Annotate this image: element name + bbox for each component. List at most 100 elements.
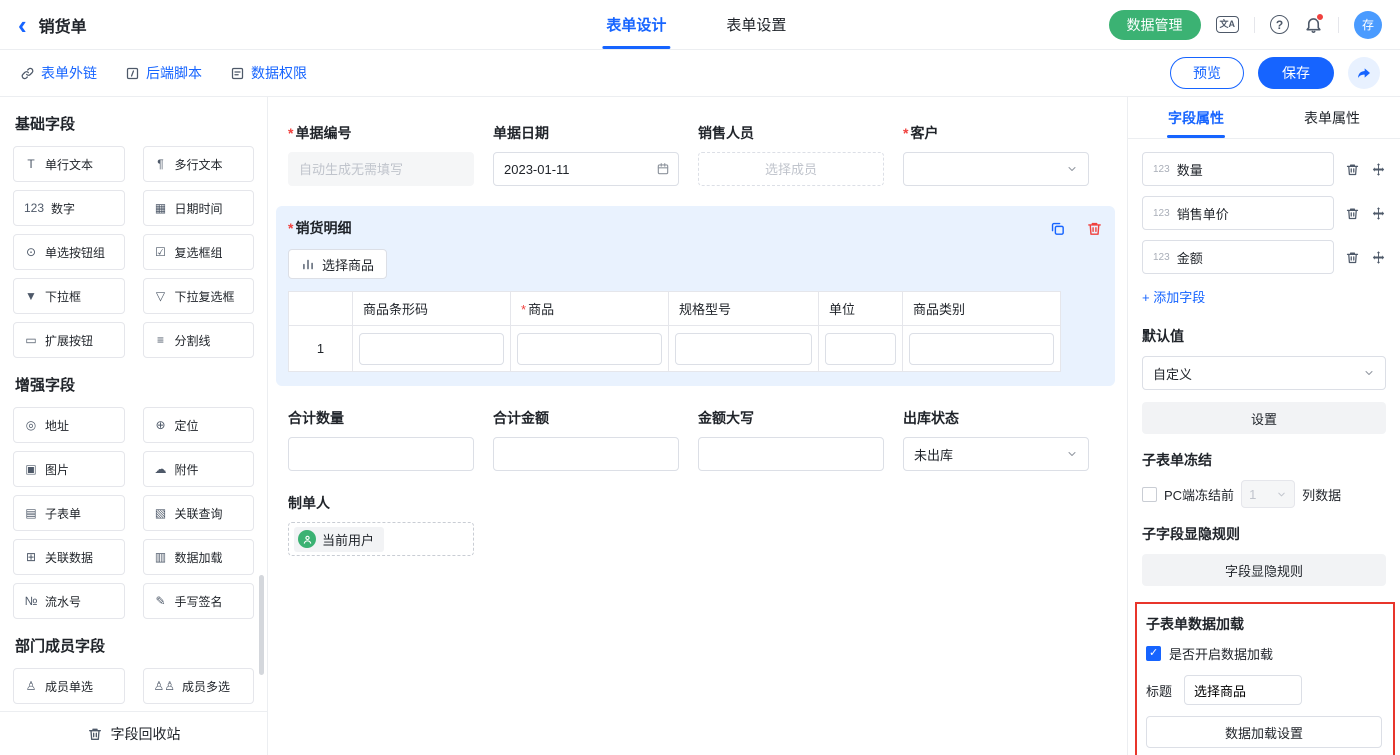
field-type-label: 定位 <box>175 417 199 434</box>
data-manage-button[interactable]: 数据管理 <box>1109 10 1201 40</box>
drag-move-icon[interactable] <box>1371 250 1386 265</box>
field-type-button[interactable]: 123 数字 <box>13 190 125 226</box>
field-type-button[interactable]: № 流水号 <box>13 583 125 619</box>
share-icon <box>1356 65 1372 81</box>
field-total-qty[interactable]: 合计数量 <box>288 408 474 471</box>
data-load-title-input[interactable] <box>1184 675 1302 705</box>
field-type-button[interactable]: ⊕ 定位 <box>143 407 255 443</box>
field-type-button[interactable]: ▥ 数据加载 <box>143 539 255 575</box>
field-creator[interactable]: 制单人 当前用户 <box>288 493 1107 556</box>
field-type-button[interactable]: ♙♙ 成员多选 <box>143 668 255 704</box>
field-type-button[interactable]: ▭ 扩展按钮 <box>13 322 125 358</box>
visibility-rules-button[interactable]: 字段显隐规则 <box>1142 554 1386 586</box>
barcode-input[interactable] <box>359 333 504 365</box>
doc-no-input[interactable] <box>288 152 474 186</box>
field-type-button[interactable]: ▼ 下拉框 <box>13 278 125 314</box>
freeze-checkbox[interactable] <box>1142 487 1157 502</box>
spec-input[interactable] <box>675 333 812 365</box>
data-load-settings-button[interactable]: 数据加载设置 <box>1146 716 1382 748</box>
form-link-icon <box>20 66 35 81</box>
field-type-button[interactable]: ♙ 成员单选 <box>13 668 125 704</box>
field-total-amount[interactable]: 合计金额 <box>493 408 679 471</box>
field-type-button[interactable]: ≡ 分割线 <box>143 322 255 358</box>
delete-subform-icon[interactable] <box>1086 220 1103 237</box>
highlight-annotation: 子表单数据加载 是否开启数据加载 标题 数据加载设置 <box>1135 602 1395 755</box>
field-doc-no[interactable]: *单据编号 <box>288 123 474 186</box>
field-amount-in-words[interactable]: 金额大写 <box>698 408 884 471</box>
field-doc-date[interactable]: 单据日期 <box>493 123 679 186</box>
field-type-button[interactable]: ⊙ 单选按钮组 <box>13 234 125 270</box>
salesperson-input[interactable] <box>698 152 884 186</box>
tab-form-settings[interactable]: 表单设置 <box>726 0 786 49</box>
field-type-button[interactable]: ▦ 日期时间 <box>143 190 255 226</box>
field-type-button[interactable]: ▧ 关联查询 <box>143 495 255 531</box>
delete-subfield-icon[interactable] <box>1345 206 1360 221</box>
translate-icon[interactable]: 文A <box>1216 16 1240 33</box>
help-icon[interactable]: ? <box>1270 15 1289 34</box>
unit-cell <box>819 326 903 372</box>
select-product-button[interactable]: 选择商品 <box>288 249 387 279</box>
field-type-button[interactable]: ¶ 多行文本 <box>143 146 255 182</box>
translate-glyph: 文A <box>1216 16 1240 33</box>
current-user-tag[interactable]: 当前用户 <box>294 527 384 552</box>
drag-move-icon[interactable] <box>1371 206 1386 221</box>
field-type-button[interactable]: ▣ 图片 <box>13 451 125 487</box>
field-type-button[interactable]: ✎ 手写签名 <box>143 583 255 619</box>
tab-form-properties[interactable]: 表单属性 <box>1264 97 1400 138</box>
field-customer[interactable]: *客户 <box>903 123 1089 186</box>
field-type-button[interactable]: ◎ 地址 <box>13 407 125 443</box>
add-field-button[interactable]: + 添加字段 <box>1142 287 1205 306</box>
back-icon[interactable]: ‹ <box>18 12 27 38</box>
field-type-button[interactable]: ☑ 复选框组 <box>143 234 255 270</box>
unit-input[interactable] <box>825 333 896 365</box>
customer-select[interactable] <box>903 152 1089 186</box>
doc-date-input[interactable] <box>493 152 679 186</box>
backend-script-link[interactable]: 后端脚本 <box>125 63 202 83</box>
secondary-toolbar: 表单外链 后端脚本 数据权限 预览 保存 <box>0 50 1400 97</box>
field-type-button[interactable]: T 单行文本 <box>13 146 125 182</box>
category-input[interactable] <box>909 333 1054 365</box>
subform-block[interactable]: *销货明细 选择商品 商品条形码 *商品 规格型号 <box>276 206 1115 386</box>
tab-field-properties[interactable]: 字段属性 <box>1128 97 1264 138</box>
freeze-columns-select[interactable]: 1 <box>1241 480 1295 508</box>
delete-subfield-icon[interactable] <box>1345 250 1360 265</box>
field-recycle-bin[interactable]: 字段回收站 <box>0 711 267 755</box>
total-qty-input[interactable] <box>288 437 474 471</box>
subfield-item[interactable]: 123 金额 <box>1142 240 1334 274</box>
data-load-checkbox[interactable] <box>1146 646 1161 661</box>
outbound-status-select[interactable]: 未出库 <box>903 437 1089 471</box>
copy-icon[interactable] <box>1049 220 1066 237</box>
calendar-icon[interactable] <box>656 162 670 176</box>
field-outbound-status[interactable]: 出库状态 未出库 <box>903 408 1089 471</box>
subfield-item[interactable]: 123 销售单价 <box>1142 196 1334 230</box>
column-header-product: *商品 <box>511 292 669 326</box>
total-amount-input[interactable] <box>493 437 679 471</box>
field-type-label: 下拉框 <box>45 288 81 305</box>
field-salesperson[interactable]: 销售人员 <box>698 123 884 186</box>
field-type-button[interactable]: ☁ 附件 <box>143 451 255 487</box>
tab-form-design[interactable]: 表单设计 <box>606 0 666 49</box>
number-type-icon: 123 <box>1153 164 1170 175</box>
form-external-link[interactable]: 表单外链 <box>20 63 97 83</box>
default-value-settings-button[interactable]: 设置 <box>1142 402 1386 434</box>
data-permission-link[interactable]: 数据权限 <box>230 63 307 83</box>
default-value-select[interactable]: 自定义 <box>1142 356 1386 390</box>
drag-move-icon[interactable] <box>1371 162 1386 177</box>
save-button[interactable]: 保存 <box>1258 57 1334 89</box>
field-type-button[interactable]: ▤ 子表单 <box>13 495 125 531</box>
field-type-button[interactable]: ▽ 下拉复选框 <box>143 278 255 314</box>
field-label: *客户 <box>903 123 1089 143</box>
delete-subfield-icon[interactable] <box>1345 162 1360 177</box>
bell-icon[interactable] <box>1304 15 1323 34</box>
toolbar-link-label: 后端脚本 <box>146 63 202 83</box>
product-input[interactable] <box>517 333 662 365</box>
field-label: 出库状态 <box>903 408 1089 428</box>
creator-input[interactable]: 当前用户 <box>288 522 474 556</box>
share-button[interactable] <box>1348 57 1380 89</box>
amount-in-words-input[interactable] <box>698 437 884 471</box>
sidebar-scrollbar[interactable] <box>259 575 264 675</box>
field-type-button[interactable]: ⊞ 关联数据 <box>13 539 125 575</box>
user-avatar[interactable]: 存 <box>1354 11 1382 39</box>
preview-button[interactable]: 预览 <box>1170 57 1244 89</box>
subfield-item[interactable]: 123 数量 <box>1142 152 1334 186</box>
